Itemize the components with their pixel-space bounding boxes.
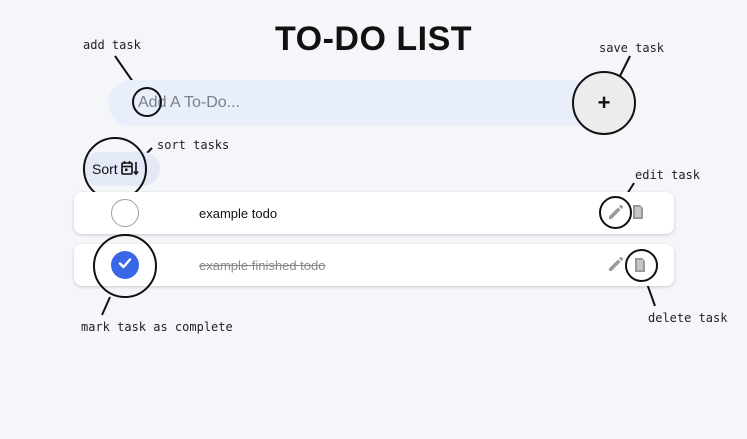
- save-button-label: +: [597, 90, 611, 115]
- annotation-add-task: add task: [83, 38, 141, 52]
- annotation-delete-task: delete task: [648, 311, 728, 325]
- annotation-save-task: save task: [599, 41, 665, 55]
- sort-label: Sort: [92, 161, 118, 177]
- save-task-button[interactable]: +: [572, 71, 636, 135]
- todo-card: [74, 192, 674, 234]
- annotation-sort-tasks: sort tasks: [157, 138, 230, 152]
- todo-text: example finished todo: [199, 258, 326, 273]
- add-task-highlight-ring: [132, 87, 162, 117]
- save-task-leader: [619, 55, 631, 77]
- trash-icon[interactable]: [630, 203, 646, 221]
- calendar-sort-icon: [120, 160, 139, 179]
- sort-button[interactable]: Sort: [92, 158, 139, 180]
- mark-complete-leader: [101, 296, 111, 316]
- annotation-mark-complete: mark task as complete: [81, 320, 233, 334]
- complete-checkbox[interactable]: [111, 251, 139, 279]
- trash-icon[interactable]: [632, 256, 648, 274]
- pencil-icon[interactable]: [606, 255, 626, 273]
- pencil-icon[interactable]: [606, 203, 626, 221]
- todo-text: example todo: [199, 206, 278, 221]
- todo-card: [74, 244, 674, 286]
- complete-checkbox[interactable]: [111, 199, 139, 227]
- annotation-edit-task: edit task: [635, 168, 701, 182]
- checkmark-icon: [118, 256, 132, 274]
- add-task-input[interactable]: [138, 88, 558, 118]
